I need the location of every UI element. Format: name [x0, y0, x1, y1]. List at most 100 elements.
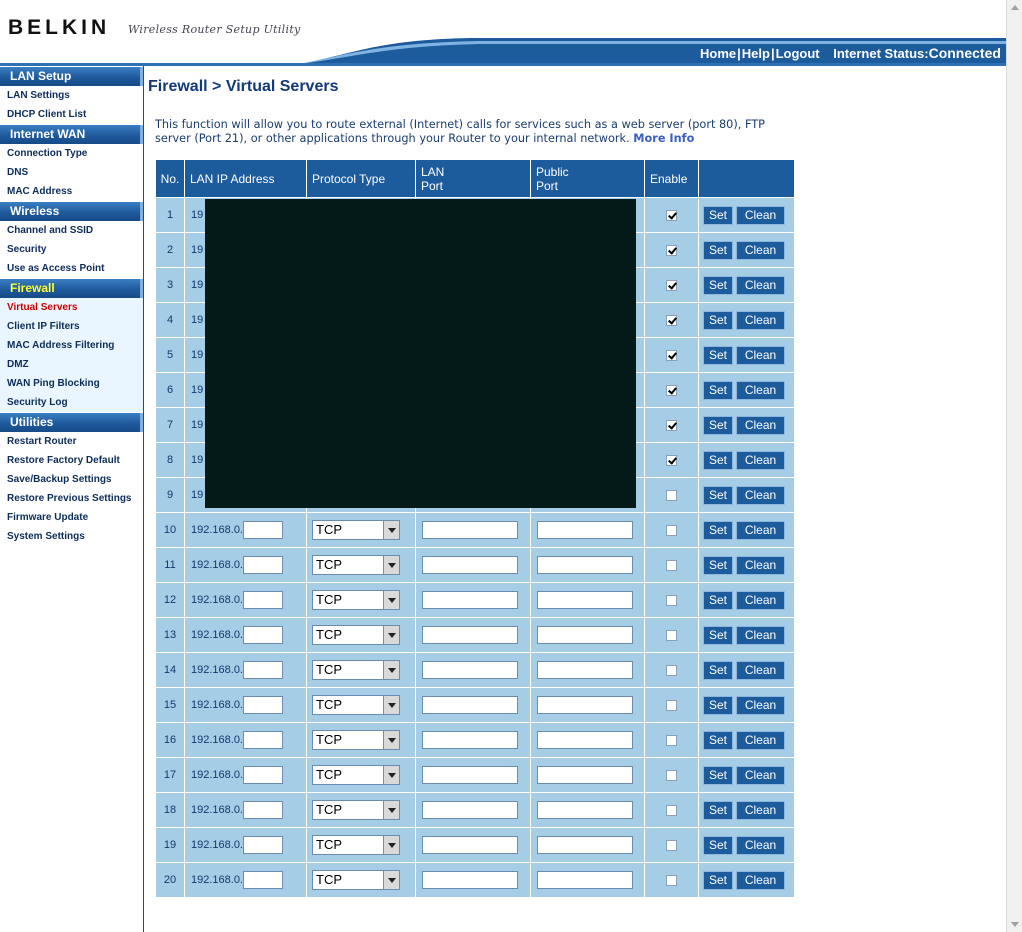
- clean-button[interactable]: Clean: [736, 415, 785, 435]
- clean-button[interactable]: Clean: [736, 240, 785, 260]
- clean-button[interactable]: Clean: [736, 835, 785, 855]
- set-button[interactable]: Set: [703, 485, 733, 505]
- chevron-down-icon[interactable]: [383, 626, 399, 644]
- protocol-select[interactable]: TCP: [312, 555, 400, 575]
- clean-button[interactable]: Clean: [736, 310, 785, 330]
- protocol-select[interactable]: TCP: [312, 800, 400, 820]
- clean-button[interactable]: Clean: [736, 730, 785, 750]
- protocol-select[interactable]: TCP: [312, 730, 400, 750]
- enable-checkbox[interactable]: [666, 209, 677, 221]
- enable-checkbox[interactable]: [666, 384, 677, 396]
- set-button[interactable]: Set: [703, 870, 733, 890]
- public-port-input[interactable]: [537, 626, 633, 644]
- enable-checkbox[interactable]: [666, 769, 677, 781]
- enable-checkbox[interactable]: [666, 664, 677, 676]
- lan-port-input[interactable]: [422, 591, 518, 609]
- set-button[interactable]: Set: [703, 415, 733, 435]
- protocol-select[interactable]: TCP: [312, 660, 400, 680]
- set-button[interactable]: Set: [703, 695, 733, 715]
- sidebar-item-connection-type[interactable]: Connection Type: [0, 144, 143, 163]
- sidebar-item-virtual-servers[interactable]: Virtual Servers: [0, 298, 143, 317]
- public-port-input[interactable]: [537, 521, 633, 539]
- set-button[interactable]: Set: [703, 380, 733, 400]
- set-button[interactable]: Set: [703, 275, 733, 295]
- enable-checkbox[interactable]: [666, 559, 677, 571]
- clean-button[interactable]: Clean: [736, 625, 785, 645]
- sidebar-item-dhcp-client-list[interactable]: DHCP Client List: [0, 105, 143, 124]
- protocol-select[interactable]: TCP: [312, 590, 400, 610]
- sidebar-item-mac-address[interactable]: MAC Address: [0, 182, 143, 201]
- chevron-down-icon[interactable]: [383, 836, 399, 854]
- sidebar-item-restore-previous-settings[interactable]: Restore Previous Settings: [0, 489, 143, 508]
- clean-button[interactable]: Clean: [736, 450, 785, 470]
- clean-button[interactable]: Clean: [736, 485, 785, 505]
- lan-port-input[interactable]: [422, 836, 518, 854]
- lan-ip-last-octet-input[interactable]: [243, 696, 283, 714]
- clean-button[interactable]: Clean: [736, 380, 785, 400]
- lan-port-input[interactable]: [422, 801, 518, 819]
- sidebar-item-security[interactable]: Security: [0, 240, 143, 259]
- lan-ip-last-octet-input[interactable]: [243, 661, 283, 679]
- clean-button[interactable]: Clean: [736, 695, 785, 715]
- logout-link[interactable]: Logout: [776, 46, 820, 61]
- enable-checkbox[interactable]: [666, 839, 677, 851]
- enable-checkbox[interactable]: [666, 349, 677, 361]
- public-port-input[interactable]: [537, 766, 633, 784]
- sidebar-item-save-backup-settings[interactable]: Save/Backup Settings: [0, 470, 143, 489]
- enable-checkbox[interactable]: [666, 734, 677, 746]
- clean-button[interactable]: Clean: [736, 345, 785, 365]
- clean-button[interactable]: Clean: [736, 800, 785, 820]
- enable-checkbox[interactable]: [666, 804, 677, 816]
- clean-button[interactable]: Clean: [736, 520, 785, 540]
- sidebar-item-mac-address-filtering[interactable]: MAC Address Filtering: [0, 336, 143, 355]
- enable-checkbox[interactable]: [666, 524, 677, 536]
- lan-ip-last-octet-input[interactable]: [243, 871, 283, 889]
- lan-ip-last-octet-input[interactable]: [243, 556, 283, 574]
- lan-ip-last-octet-input[interactable]: [243, 801, 283, 819]
- sidebar-item-restore-factory-default[interactable]: Restore Factory Default: [0, 451, 143, 470]
- lan-port-input[interactable]: [422, 766, 518, 784]
- sidebar-section-lan-setup[interactable]: LAN Setup: [0, 67, 143, 86]
- lan-ip-last-octet-input[interactable]: [243, 731, 283, 749]
- chevron-down-icon[interactable]: [383, 696, 399, 714]
- public-port-input[interactable]: [537, 871, 633, 889]
- enable-checkbox[interactable]: [666, 489, 677, 501]
- sidebar-item-wan-ping-blocking[interactable]: WAN Ping Blocking: [0, 374, 143, 393]
- chevron-down-icon[interactable]: [383, 766, 399, 784]
- set-button[interactable]: Set: [703, 520, 733, 540]
- enable-checkbox[interactable]: [666, 244, 677, 256]
- home-link[interactable]: Home: [700, 46, 736, 61]
- lan-port-input[interactable]: [422, 661, 518, 679]
- chevron-down-icon[interactable]: [383, 801, 399, 819]
- sidebar-section-internet-wan[interactable]: Internet WAN: [0, 125, 143, 144]
- sidebar-section-wireless[interactable]: Wireless: [0, 202, 143, 221]
- lan-ip-last-octet-input[interactable]: [243, 626, 283, 644]
- clean-button[interactable]: Clean: [736, 660, 785, 680]
- lan-port-input[interactable]: [422, 556, 518, 574]
- set-button[interactable]: Set: [703, 765, 733, 785]
- vertical-scrollbar[interactable]: [1006, 0, 1022, 932]
- sidebar-item-security-log[interactable]: Security Log: [0, 393, 143, 412]
- set-button[interactable]: Set: [703, 625, 733, 645]
- lan-port-input[interactable]: [422, 521, 518, 539]
- lan-ip-last-octet-input[interactable]: [243, 766, 283, 784]
- enable-checkbox[interactable]: [666, 699, 677, 711]
- set-button[interactable]: Set: [703, 240, 733, 260]
- lan-port-input[interactable]: [422, 696, 518, 714]
- set-button[interactable]: Set: [703, 730, 733, 750]
- clean-button[interactable]: Clean: [736, 555, 785, 575]
- set-button[interactable]: Set: [703, 835, 733, 855]
- clean-button[interactable]: Clean: [736, 275, 785, 295]
- sidebar-item-firmware-update[interactable]: Firmware Update: [0, 508, 143, 527]
- lan-port-input[interactable]: [422, 731, 518, 749]
- lan-ip-last-octet-input[interactable]: [243, 591, 283, 609]
- public-port-input[interactable]: [537, 661, 633, 679]
- protocol-select[interactable]: TCP: [312, 870, 400, 890]
- clean-button[interactable]: Clean: [736, 205, 785, 225]
- enable-checkbox[interactable]: [666, 279, 677, 291]
- set-button[interactable]: Set: [703, 450, 733, 470]
- protocol-select[interactable]: TCP: [312, 520, 400, 540]
- scroll-down-icon[interactable]: [1007, 916, 1022, 932]
- public-port-input[interactable]: [537, 696, 633, 714]
- sidebar-item-channel-and-ssid[interactable]: Channel and SSID: [0, 221, 143, 240]
